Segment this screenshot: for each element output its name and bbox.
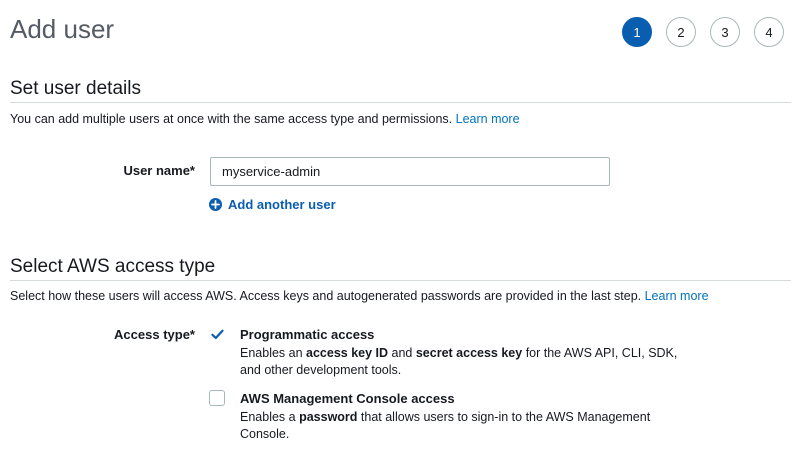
step-1[interactable]: 1 xyxy=(622,17,652,47)
details-description-text: You can add multiple users at once with … xyxy=(10,112,453,126)
section-divider xyxy=(10,280,791,281)
access-type-label: Access type* xyxy=(114,327,195,342)
add-another-user-button[interactable]: Add another user xyxy=(209,197,336,212)
set-user-details-heading: Set user details xyxy=(10,78,141,99)
user-name-input[interactable] xyxy=(210,157,610,186)
learn-more-link[interactable]: Learn more xyxy=(456,112,520,126)
programmatic-access-option: Programmatic access Enables an access ke… xyxy=(240,326,700,379)
programmatic-access-title: Programmatic access xyxy=(240,327,375,342)
console-access-checkbox[interactable] xyxy=(209,390,225,406)
programmatic-access-description: Enables an access key ID and secret acce… xyxy=(240,346,678,377)
console-access-description: Enables a password that allows users to … xyxy=(240,410,651,441)
section-divider xyxy=(10,102,791,103)
step-4[interactable]: 4 xyxy=(754,17,784,47)
set-user-details-description: You can add multiple users at once with … xyxy=(10,111,520,127)
programmatic-access-checkbox[interactable] xyxy=(209,326,225,342)
add-another-user-label: Add another user xyxy=(228,197,336,212)
wizard-steps: 1 2 3 4 xyxy=(622,17,784,47)
plus-circle-icon xyxy=(209,198,222,211)
page-title: Add user xyxy=(10,14,115,44)
user-name-label: User name* xyxy=(123,163,195,178)
select-access-type-heading: Select AWS access type xyxy=(10,256,216,277)
console-access-title: AWS Management Console access xyxy=(240,391,455,406)
step-3[interactable]: 3 xyxy=(710,17,740,47)
step-2[interactable]: 2 xyxy=(666,17,696,47)
access-type-description: Select how these users will access AWS. … xyxy=(10,288,709,304)
console-access-option: AWS Management Console access Enables a … xyxy=(240,390,700,443)
checkmark-icon xyxy=(210,329,224,339)
learn-more-link[interactable]: Learn more xyxy=(645,289,709,303)
access-description-text: Select how these users will access AWS. … xyxy=(10,289,642,303)
